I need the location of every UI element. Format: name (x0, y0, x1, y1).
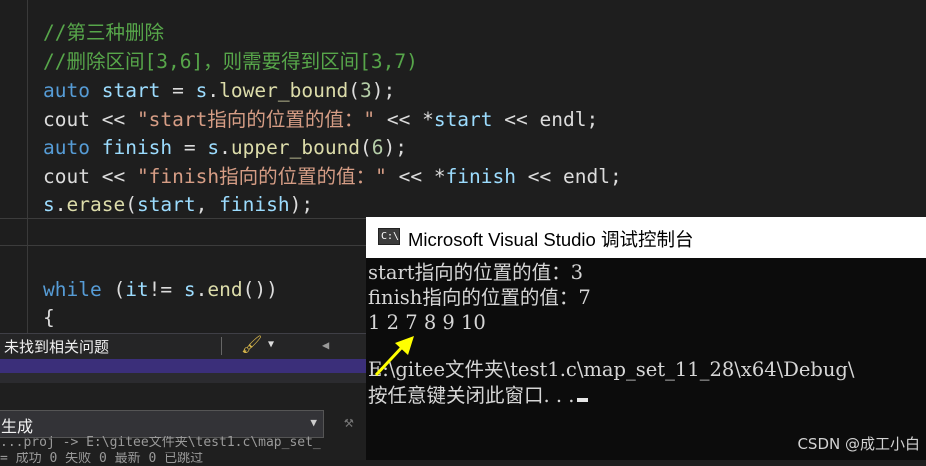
text-cursor (576, 398, 588, 402)
editor-separator (0, 218, 370, 219)
code-line-comment-1[interactable]: //第三种删除 (43, 19, 164, 47)
console-prompt-line: 按任意键关闭此窗口. . . (368, 383, 588, 408)
chevron-down-icon[interactable]: ▼ (268, 339, 274, 350)
operator: << * (386, 165, 446, 188)
object: s (43, 193, 55, 216)
debug-console-window[interactable]: C:\ Microsoft Visual Studio 调试控制台 start指… (366, 217, 926, 460)
keyword: auto (43, 79, 90, 102)
variable: finish (101, 136, 173, 159)
chevron-down-icon: ▼ (310, 416, 317, 429)
code-line-cout-finish[interactable]: cout << "finish指向的位置的值：" << *finish << e… (43, 163, 622, 191)
console-title: Microsoft Visual Studio 调试控制台 (408, 229, 694, 250)
argument: start (136, 193, 196, 216)
error-list-status-bar: 未找到相关问题 🖌 ▼ ◀ (0, 333, 366, 359)
operator: << (89, 165, 137, 188)
console-prompt-text: 按任意键关闭此窗口. . . (368, 384, 575, 407)
panel-header-bar (0, 359, 366, 373)
string-literal: "finish指向的位置的值：" (136, 165, 387, 188)
object: s (207, 136, 220, 159)
scroll-left-icon[interactable]: ◀ (322, 338, 329, 352)
variable: start (101, 79, 161, 102)
number-literal: 3 (360, 79, 372, 102)
number-literal: 6 (371, 136, 384, 159)
object: s (183, 278, 196, 301)
string-literal: "start指向的位置的值：" (136, 108, 376, 131)
code-line-finish-decl[interactable]: auto finish = s.upper_bound(6); (43, 134, 407, 162)
semicolon: ; (609, 165, 622, 188)
function-name: upper_bound (230, 136, 361, 159)
annotation-arrow-icon (374, 336, 414, 377)
operator: << (516, 165, 563, 188)
function-name: erase (66, 193, 126, 216)
panel-toolbar-strip (0, 373, 366, 383)
function-name: lower_bound (219, 79, 349, 102)
code-line-comment-2[interactable]: //删除区间[3,6]，则需要得到区间[3,7) (43, 48, 418, 76)
output-line: ...proj -> E:\gitee文件夹\test1.c\map_set_ (0, 436, 321, 450)
code-line-brace[interactable]: { (43, 304, 55, 332)
endl: endl (562, 165, 610, 188)
variable: finish (445, 165, 517, 188)
console-titlebar[interactable]: C:\ Microsoft Visual Studio 调试控制台 (366, 217, 926, 258)
keyword: while (43, 278, 102, 301)
watermark: CSDN @成工小白 (797, 435, 920, 453)
code-line-start-decl[interactable]: auto start = s.lower_bound(3); (43, 77, 395, 105)
console-output-line: 1 2 7 8 9 10 (368, 311, 486, 334)
output-line: = 成功 0 失败 0 最新 0 已跳过 (0, 452, 204, 466)
operator: << * (375, 108, 434, 131)
code-line-cout-start[interactable]: cout << "start指向的位置的值：" << *start << end… (43, 106, 598, 134)
console-output-line: start指向的位置的值：3 (368, 261, 584, 284)
semicolon: ; (586, 108, 599, 131)
variable: start (433, 108, 493, 131)
argument: finish (219, 193, 290, 216)
variable: it (125, 278, 149, 301)
cleanup-brush-icon[interactable]: 🖌 (241, 335, 263, 355)
code-line-while[interactable]: while (it!= s.end()) (43, 276, 278, 304)
operator: = (160, 79, 196, 102)
function-name: end (207, 278, 243, 301)
operator: << (492, 108, 540, 131)
console-output-line: E:\gitee文件夹\test1.c\map_set_11_28\x64\De… (368, 358, 855, 381)
endl: endl (539, 108, 587, 131)
divider (221, 337, 222, 355)
operator: << (89, 108, 137, 131)
console-output-line: finish指向的位置的值：7 (368, 286, 591, 309)
code-line-erase[interactable]: s.erase(start, finish); (43, 191, 313, 219)
gutter-guide (27, 0, 28, 333)
output-source-dropdown[interactable]: 生成 ▼ (0, 410, 324, 438)
operator: = (172, 136, 208, 159)
cout: cout (43, 165, 90, 188)
object: s (195, 79, 208, 102)
editor-separator (0, 245, 370, 246)
dropdown-value: 生成 (1, 417, 34, 436)
console-app-icon: C:\ (378, 228, 400, 245)
keyword: auto (43, 136, 90, 159)
issues-status-text: 未找到相关问题 (4, 338, 110, 356)
clear-output-icon[interactable]: ⚒ (344, 412, 354, 431)
cout: cout (43, 108, 90, 131)
